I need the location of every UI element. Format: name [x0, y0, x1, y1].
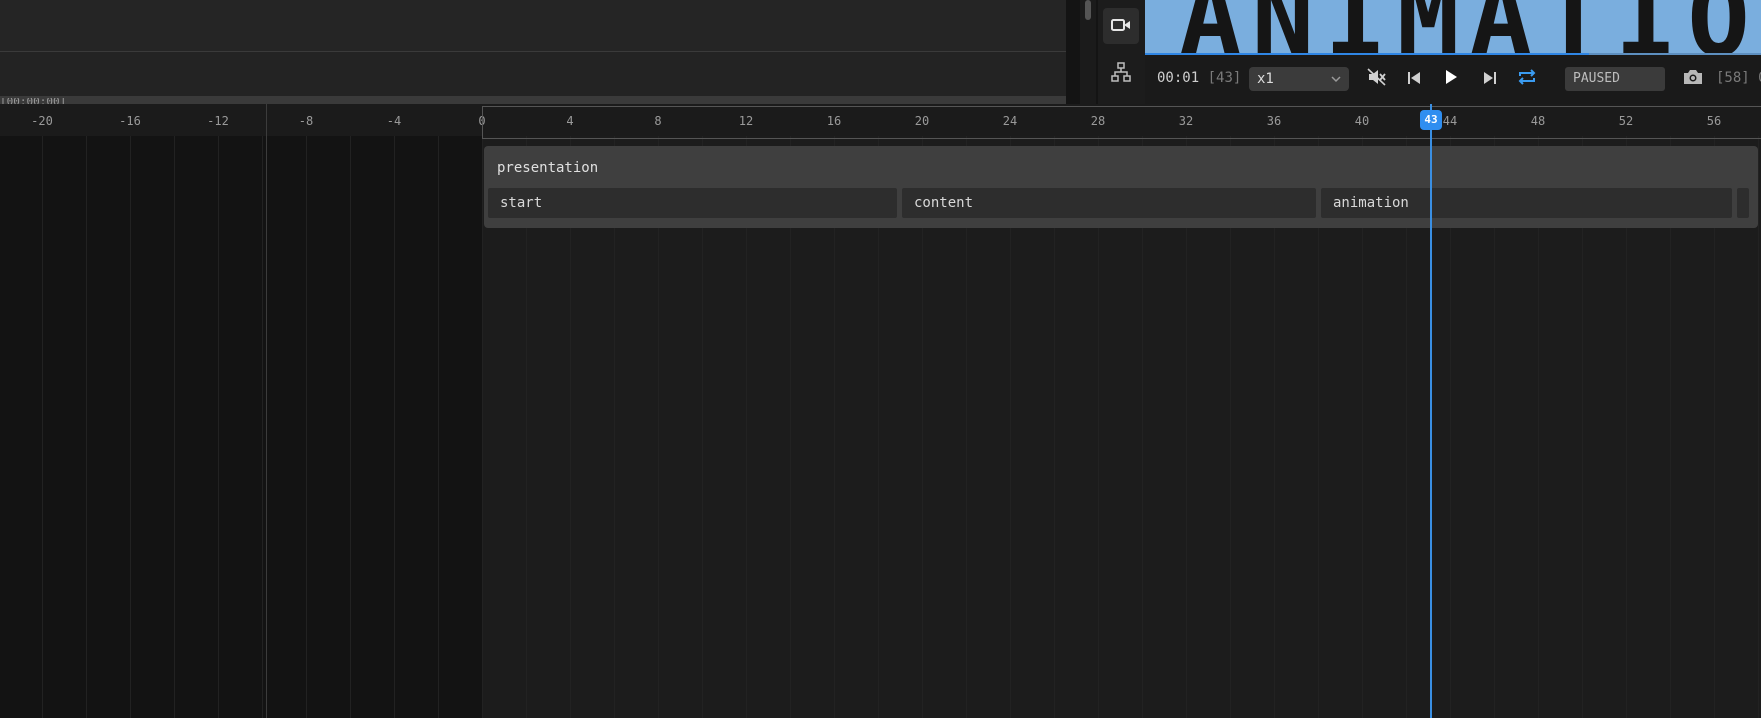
- current-frame: [43]: [1207, 70, 1242, 86]
- video-camera-button[interactable]: [1103, 8, 1139, 44]
- grid-line: [438, 136, 439, 718]
- grid-line: [350, 136, 351, 718]
- skip-to-end-button[interactable]: [1478, 67, 1502, 91]
- speed-value: x1: [1257, 71, 1274, 87]
- play-button[interactable]: [1439, 67, 1463, 91]
- playhead-line[interactable]: [1430, 104, 1432, 718]
- ruler-tick-label: -8: [298, 114, 314, 128]
- video-camera-icon: [1111, 17, 1131, 36]
- total-frames: [58] 0: [1716, 70, 1761, 86]
- preview-canvas: ANIMATION: [1145, 0, 1761, 55]
- screenshot-button[interactable]: [1680, 67, 1706, 91]
- hierarchy-tree-icon: [1111, 62, 1131, 86]
- clip-content[interactable]: content: [902, 188, 1316, 218]
- grid-line: [394, 136, 395, 718]
- ruler-tick-label: -20: [31, 114, 53, 128]
- clip-animation[interactable]: animation: [1321, 188, 1732, 218]
- skip-next-icon: [1483, 70, 1497, 89]
- playback-controls: 00:01 [43] x1 PAUSED [58]: [1145, 55, 1761, 104]
- playhead-frame-badge[interactable]: 43: [1420, 110, 1442, 130]
- clip-start[interactable]: start: [488, 188, 897, 218]
- mute-button[interactable]: [1364, 67, 1390, 91]
- scene-label: presentation: [497, 160, 599, 176]
- loop-toggle[interactable]: [1514, 66, 1540, 92]
- timeline-divider[interactable]: [266, 104, 267, 718]
- current-time: 00:01: [1157, 70, 1200, 86]
- timeline-negative-area: [0, 136, 482, 718]
- speaker-muted-icon: [1367, 68, 1387, 90]
- ruler-tick-label: -12: [207, 114, 229, 128]
- clip-trailing[interactable]: [1737, 188, 1749, 218]
- grid-line: [218, 136, 219, 718]
- grid-line: [1758, 136, 1759, 718]
- chevron-down-icon: [1331, 67, 1341, 99]
- hierarchy-tree-button[interactable]: [1103, 56, 1139, 92]
- grid-line: [482, 136, 483, 718]
- loop-icon: [1517, 68, 1537, 90]
- time-readout: 00:01 [43]: [1157, 70, 1241, 86]
- play-icon: [1444, 69, 1458, 89]
- grid-line: [174, 136, 175, 718]
- timeline-range-outline: [482, 106, 1761, 139]
- speed-select[interactable]: x1: [1249, 67, 1349, 91]
- vertical-scrollbar-thumb[interactable]: [1085, 0, 1091, 20]
- editor-divider: [0, 51, 1066, 52]
- editor-panel: [00:00:00]: [0, 0, 1066, 104]
- horizontal-scrollbar[interactable]: [0, 96, 1066, 104]
- grid-line: [306, 136, 307, 718]
- grid-line: [262, 136, 263, 718]
- playback-status: PAUSED: [1565, 67, 1665, 91]
- side-icon-bar: [1098, 0, 1145, 104]
- preview-title: ANIMATION: [1179, 0, 1761, 55]
- skip-previous-icon: [1407, 70, 1421, 89]
- ruler-tick-label: -4: [386, 114, 402, 128]
- scene-block[interactable]: presentation start content animation: [484, 146, 1758, 228]
- camera-icon: [1683, 69, 1703, 89]
- grid-line: [86, 136, 87, 718]
- grid-line: [42, 136, 43, 718]
- ruler-tick-label: -16: [119, 114, 141, 128]
- editor-row: [0, 0, 1066, 52]
- timeline[interactable]: -20 -16 -12 -8 -4 0 4 8 12 16 20 24 28 32 36 40 44 48 52 56…: [0, 104, 1761, 718]
- skip-to-start-button[interactable]: [1402, 67, 1426, 91]
- grid-line: [130, 136, 131, 718]
